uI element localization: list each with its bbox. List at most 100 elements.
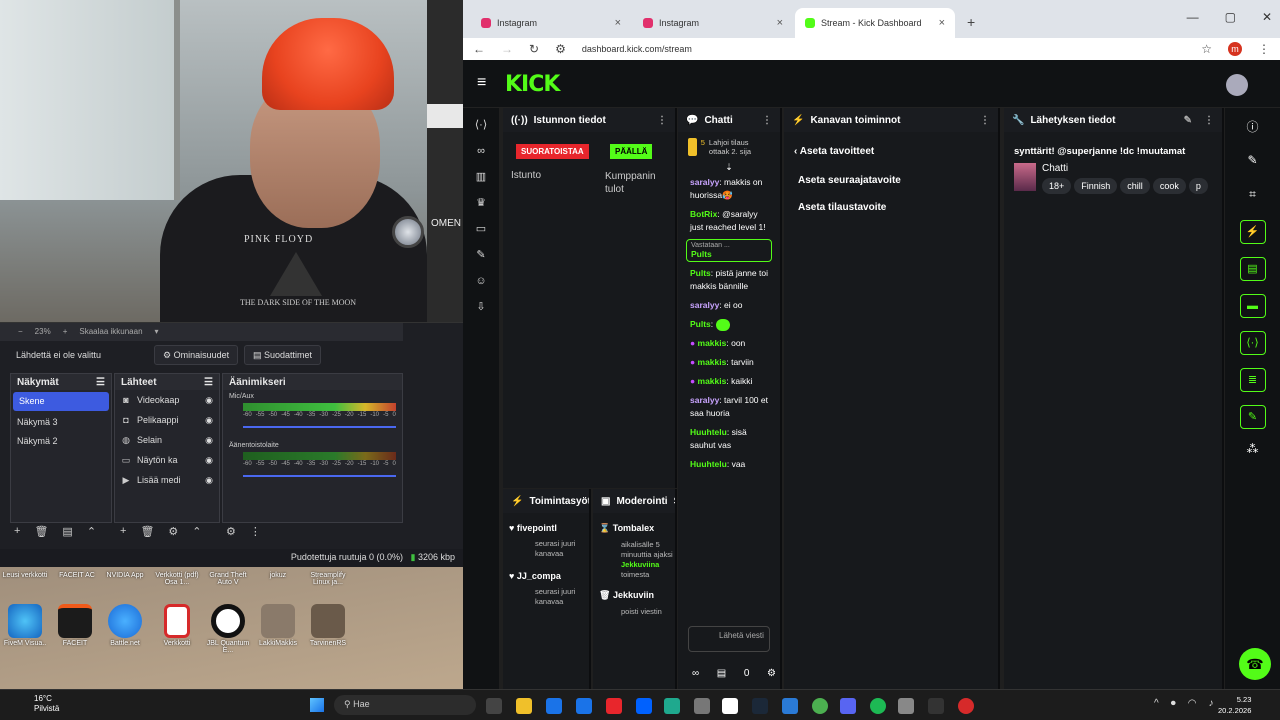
mic-icon[interactable]: ⏺ — [1171, 698, 1176, 709]
quick-action-chat-icon[interactable]: ▬ — [1239, 294, 1266, 318]
clock[interactable]: 5.23 20.2.2026 — [1218, 694, 1251, 716]
follower-goal-button[interactable]: Aseta seuraajatavoite — [784, 171, 998, 198]
gear-icon[interactable]: ⚙ — [168, 525, 178, 541]
app-icon[interactable] — [958, 698, 974, 714]
taskbar-search[interactable]: ⚲ Hae — [334, 695, 476, 715]
more-icon[interactable]: ⋮ — [1204, 115, 1214, 126]
share-icon[interactable]: ⁂ — [1225, 442, 1280, 456]
tag[interactable]: p — [1188, 178, 1208, 194]
sub-goal-button[interactable]: Aseta tilaustavoite — [784, 198, 998, 217]
chat-input[interactable]: Lähetä viesti — [688, 626, 770, 652]
teams-icon[interactable] — [840, 698, 856, 714]
trash-icon[interactable]: 🗑 — [34, 525, 48, 541]
edge-icon[interactable] — [782, 698, 798, 714]
infinity-icon[interactable]: ∞ — [692, 668, 699, 679]
tab-instagram-1[interactable]: Instagram × — [471, 8, 631, 38]
desktop-icon[interactable]: FACEIT AC — [54, 572, 100, 579]
source-item[interactable]: ◘ Pelikaappi ◉ — [115, 410, 219, 430]
scene-item[interactable]: Skene — [13, 392, 109, 411]
site-info-icon[interactable]: ⚙ — [555, 42, 566, 56]
tag[interactable]: 18+ — [1042, 178, 1072, 194]
more-icon[interactable]: ⋮ — [980, 115, 990, 126]
url-field[interactable]: dashboard.kick.com/stream — [582, 44, 1185, 54]
quick-action-bolt-icon[interactable]: ⚡ — [1239, 220, 1266, 244]
reload-icon[interactable]: ↻ — [529, 42, 539, 56]
desktop-icon[interactable]: jokuz — [255, 572, 301, 579]
reply-preview[interactable]: Vastataan ... Pults — [686, 239, 772, 262]
quick-action-broadcast-icon[interactable]: ⟨·⟩ — [1239, 331, 1266, 355]
source-item[interactable]: ▭ Näytön ka ◉ — [115, 450, 219, 470]
close-window-button[interactable]: ✕ — [1262, 10, 1272, 24]
more-icon[interactable]: ⋮ — [250, 525, 261, 541]
menu-icon[interactable]: ⋮ — [1258, 42, 1270, 56]
zoom-in-button[interactable]: + — [63, 327, 68, 337]
hamburger-icon[interactable]: ≡ — [477, 74, 486, 92]
edit-icon[interactable]: ✎ — [1184, 115, 1192, 126]
filter-icon[interactable]: ▤ — [62, 525, 72, 541]
tab-more[interactable]: Su — [674, 496, 675, 507]
more-icon[interactable]: ⋮ — [657, 115, 667, 126]
kick-logo[interactable]: KICK — [505, 72, 560, 97]
desktop-icon[interactable]: Leusi verkkotti — [2, 572, 48, 579]
close-icon[interactable]: × — [939, 17, 945, 29]
tag[interactable]: cook — [1152, 178, 1186, 194]
add-icon[interactable]: + — [14, 525, 20, 541]
wifi-icon[interactable]: ◠ — [1188, 698, 1197, 709]
quick-action-wrench-icon[interactable]: ✎ — [1239, 405, 1266, 429]
users-icon[interactable]: ☺ — [463, 268, 499, 294]
stream-icon[interactable]: ⟨·⟩ — [463, 112, 499, 138]
chevron-up-icon[interactable]: ^ — [1154, 698, 1159, 709]
volume-slider[interactable] — [243, 475, 396, 477]
eye-icon[interactable]: ◉ — [205, 415, 213, 426]
trash-icon[interactable]: 🗑 — [140, 525, 154, 541]
chevron-down-icon[interactable]: ⇣ — [678, 162, 780, 173]
scene-item[interactable]: Näkymä 3 — [11, 413, 111, 432]
user-avatar[interactable] — [1226, 74, 1248, 96]
chevron-down-icon[interactable]: ▾ — [155, 327, 159, 337]
back-goals-button[interactable]: ‹ Aseta tavoitteet — [784, 132, 998, 171]
source-item[interactable]: ◍ Selain ◉ — [115, 430, 219, 450]
app-icon[interactable] — [722, 698, 738, 714]
scene-item[interactable]: Näkymä 2 — [11, 432, 111, 451]
back-icon[interactable]: ← — [473, 42, 485, 56]
pencil-icon[interactable]: ✎ — [1225, 153, 1280, 187]
source-item[interactable]: ▶ Lisää medi ◉ — [115, 470, 219, 490]
desktop-icon-tarvinen[interactable]: TarvinenRS — [305, 604, 351, 647]
close-icon[interactable]: × — [777, 17, 783, 29]
desktop-icon-jbl[interactable]: JBL Quantum E... — [205, 604, 251, 654]
chrome-icon[interactable] — [812, 698, 828, 714]
filters-button[interactable]: ▤ Suodattimet — [244, 345, 322, 365]
minimize-button[interactable]: — — [1187, 10, 1199, 24]
desktop-icon[interactable]: Verkkotti (pdf) Osa 1... — [154, 572, 200, 586]
scale-mode[interactable]: Skaalaa ikkunaan — [79, 327, 142, 337]
eye-icon[interactable]: ◉ — [205, 395, 213, 406]
support-chat-icon[interactable]: ☎ — [1239, 648, 1271, 680]
tag[interactable]: chill — [1120, 178, 1150, 194]
desktop-icon[interactable]: Streamplify Linux ja... — [305, 572, 351, 586]
video-icon[interactable]: ▭ — [463, 216, 499, 242]
info-icon[interactable]: ⓘ — [1225, 108, 1280, 153]
link-icon[interactable]: ∞ — [463, 138, 499, 164]
tab-instagram-2[interactable]: Instagram × — [633, 8, 793, 38]
zoom-out-button[interactable]: − — [18, 327, 23, 337]
wrench-icon[interactable]: ✎ — [463, 242, 499, 268]
quick-action-note-icon[interactable]: ▤ — [1239, 257, 1266, 281]
desktop-icon-battlenet[interactable]: Battle.net — [102, 604, 148, 647]
steam-icon[interactable] — [752, 698, 768, 714]
tag[interactable]: Finnish — [1074, 178, 1118, 194]
download-icon[interactable]: ⇩ — [463, 294, 499, 320]
desktop-icon[interactable]: NVIDIA App — [102, 572, 148, 579]
focus-icon[interactable]: ⌗ — [1225, 187, 1280, 220]
more-icon[interactable]: ⋮ — [762, 115, 772, 126]
file-explorer-icon[interactable] — [516, 698, 532, 714]
weather-widget[interactable]: 16°C Pilvistä — [18, 694, 59, 714]
settings-icon[interactable] — [898, 698, 914, 714]
chevron-up-icon[interactable]: ⌃ — [192, 525, 201, 541]
settings-icon[interactable]: ⚙ — [226, 525, 236, 541]
chart-icon[interactable]: ▥ — [463, 164, 499, 190]
desktop-icon[interactable]: Grand Theft Auto V — [205, 572, 251, 586]
windows-start-icon[interactable] — [310, 698, 324, 712]
obs-icon[interactable] — [928, 698, 944, 714]
settings-icon[interactable]: ⚙ — [767, 668, 776, 679]
chevron-up-icon[interactable]: ⌃ — [87, 525, 96, 541]
